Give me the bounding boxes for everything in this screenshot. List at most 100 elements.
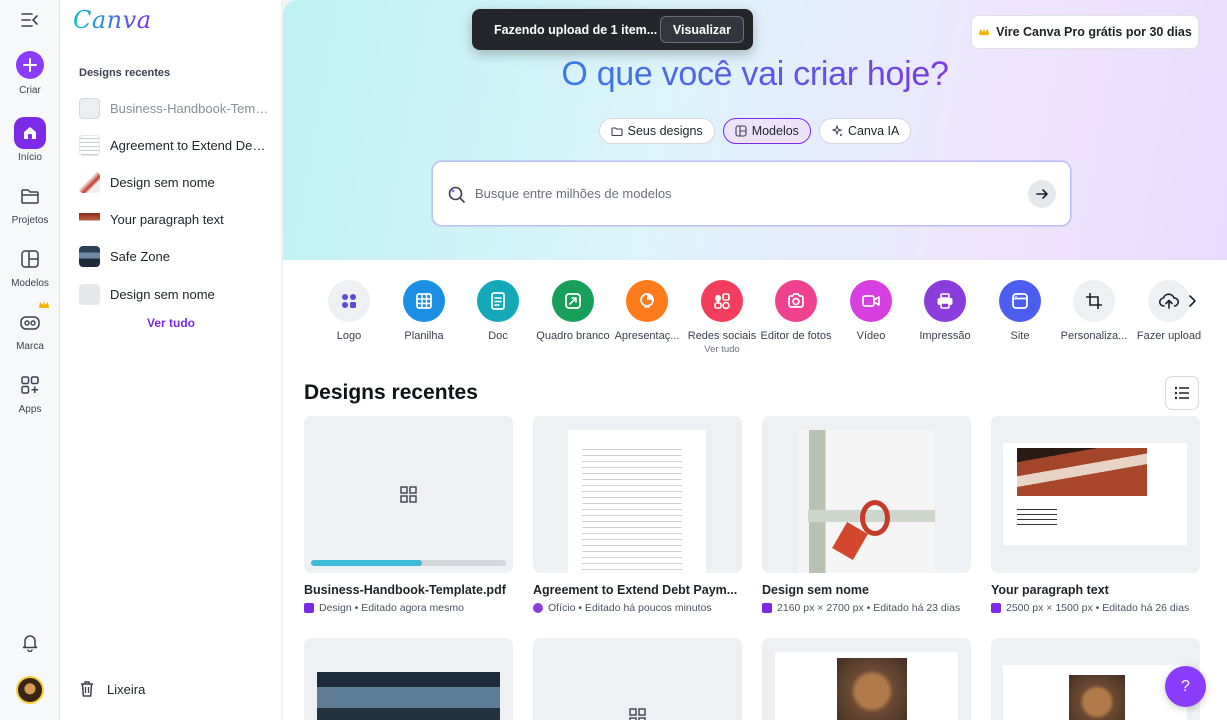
arrow-right-icon — [1036, 188, 1048, 199]
category-label: Fazer upload — [1136, 330, 1202, 342]
rail-item-apps[interactable]: Apps — [0, 369, 60, 415]
design-thumbnail — [79, 245, 100, 267]
templates-icon — [14, 243, 46, 275]
category-custom-size[interactable]: Personaliza... — [1057, 280, 1131, 344]
category-sublabel: Ver tudo — [704, 344, 740, 355]
side-panel: Canva Designs recentes Business-Handbook… — [60, 0, 282, 720]
search-bar — [432, 161, 1071, 226]
recent-item[interactable]: Design sem nome — [79, 281, 269, 307]
category-spreadsheet[interactable]: Planilha — [387, 280, 461, 344]
design-meta: 2500 px × 1500 px • Editado há 26 dias — [991, 602, 1200, 614]
category-website[interactable]: Site — [983, 280, 1057, 344]
view-upload-button[interactable]: Visualizar — [659, 16, 744, 43]
category-photo-editor[interactable]: Editor de fotos — [759, 280, 833, 344]
whiteboard-icon — [552, 280, 594, 322]
design-meta-text: Design • Editado agora mesmo — [319, 602, 464, 614]
upload-toast-text: Fazendo upload de 1 item... — [494, 22, 658, 37]
design-title: Design sem nome — [762, 583, 869, 597]
rail-item-templates[interactable]: Modelos — [0, 243, 60, 289]
category-print[interactable]: Impressão — [908, 280, 982, 344]
document-preview — [568, 430, 706, 573]
canva-logo[interactable]: Canva — [73, 6, 152, 34]
bell-icon — [22, 635, 38, 653]
category-doc[interactable]: Doc — [461, 280, 535, 344]
design-title: Your paragraph text — [991, 583, 1109, 597]
rail-item-home[interactable]: Início — [0, 117, 60, 163]
recent-item-label: Design sem nome — [110, 174, 215, 190]
search-submit-button[interactable] — [1028, 179, 1056, 208]
recent-item[interactable]: Business-Handbook-Template.pdf — [79, 95, 269, 121]
recent-item[interactable]: Safe Zone — [79, 243, 269, 269]
design-thumbnail — [79, 134, 100, 156]
photo-preview — [798, 430, 935, 573]
rail-item-projects[interactable]: Projetos — [0, 180, 60, 226]
design-title: Business-Handbook-Template.pdf — [304, 583, 506, 597]
tab-canva-ai[interactable]: Canva IA — [818, 118, 912, 144]
recent-item[interactable]: Design sem nome — [79, 169, 269, 195]
try-pro-button[interactable]: Vire Canva Pro grátis por 30 dias — [971, 15, 1199, 49]
design-card[interactable]: Your paragraph text 2500 px × 1500 px • … — [991, 416, 1200, 614]
spreadsheet-icon — [403, 280, 445, 322]
trash-label: Lixeira — [107, 681, 146, 697]
recent-item[interactable]: Your paragraph text — [79, 206, 269, 232]
design-card[interactable] — [533, 638, 742, 720]
category-label: Personaliza... — [1060, 330, 1128, 342]
design-card[interactable]: Design sem nome 2160 px × 2700 px • Edit… — [762, 416, 971, 614]
upload-progress-bar — [311, 560, 506, 566]
apps-label: Apps — [18, 404, 42, 415]
categories-next-button[interactable] — [1185, 294, 1199, 313]
templates-icon — [735, 125, 747, 137]
brand-label: Marca — [16, 341, 44, 352]
upload-progress-fill — [311, 560, 423, 566]
recent-item-label: Design sem nome — [110, 286, 215, 302]
tab-label: Seus designs — [627, 124, 703, 138]
category-social-media[interactable]: Redes sociais Ver tudo — [685, 280, 759, 356]
help-button[interactable]: ? — [1165, 666, 1206, 707]
recent-designs-title: Designs recentes — [304, 381, 478, 404]
grid-placeholder-icon — [400, 486, 417, 503]
list-view-button[interactable] — [1165, 376, 1199, 410]
design-card[interactable]: Business-Handbook-Template.pdf Design • … — [304, 416, 513, 614]
tab-your-designs[interactable]: Seus designs — [598, 118, 715, 144]
recent-item[interactable]: Agreement to Extend Debt Payment — [79, 132, 269, 158]
category-logo[interactable]: Logo — [312, 280, 386, 344]
category-label: Apresentaç... — [614, 330, 680, 342]
category-presentation[interactable]: Apresentaç... — [610, 280, 684, 344]
category-video[interactable]: Vídeo — [834, 280, 908, 344]
tab-templates[interactable]: Modelos — [722, 118, 811, 144]
templates-label: Modelos — [11, 278, 49, 289]
plus-icon — [16, 51, 44, 79]
design-type-icon — [533, 603, 543, 613]
collapse-sidebar-button[interactable] — [20, 11, 40, 29]
see-all-link[interactable]: Ver tudo — [147, 316, 195, 330]
category-label: Redes sociais — [687, 330, 757, 342]
trash-icon — [81, 681, 93, 697]
recent-item-label: Your paragraph text — [110, 211, 224, 227]
trash-button[interactable]: Lixeira — [79, 680, 145, 698]
design-meta-text: 2500 px × 1500 px • Editado há 26 dias — [1006, 602, 1190, 614]
doc-icon — [477, 280, 519, 322]
try-pro-label: Vire Canva Pro grátis por 30 dias — [996, 25, 1192, 39]
avatar[interactable] — [16, 676, 44, 704]
collapse-icon — [21, 13, 38, 27]
design-meta: Design • Editado agora mesmo — [304, 602, 513, 614]
category-whiteboard[interactable]: Quadro branco — [536, 280, 610, 344]
website-icon — [999, 280, 1041, 322]
create-button[interactable]: Criar — [0, 51, 60, 96]
category-label: Vídeo — [856, 330, 886, 342]
rail-item-brand[interactable]: Marca — [0, 301, 60, 352]
cloud-upload-icon — [1148, 280, 1190, 322]
design-card[interactable]: Agreement to Extend Debt Paym... Ofício … — [533, 416, 742, 614]
category-label: Planilha — [404, 330, 444, 342]
design-preview — [1003, 443, 1187, 545]
design-type-icon — [304, 603, 314, 613]
projects-label: Projetos — [11, 215, 49, 226]
main-content: Fazendo upload de 1 item... Visualizar V… — [283, 0, 1227, 720]
design-thumbnail — [317, 672, 500, 720]
design-card[interactable] — [762, 638, 971, 720]
recent-item-label: Business-Handbook-Template.pdf — [110, 100, 269, 116]
search-input[interactable] — [475, 186, 1028, 201]
camera-icon — [775, 280, 817, 322]
notifications-button[interactable] — [20, 632, 40, 657]
design-card[interactable] — [304, 638, 513, 720]
